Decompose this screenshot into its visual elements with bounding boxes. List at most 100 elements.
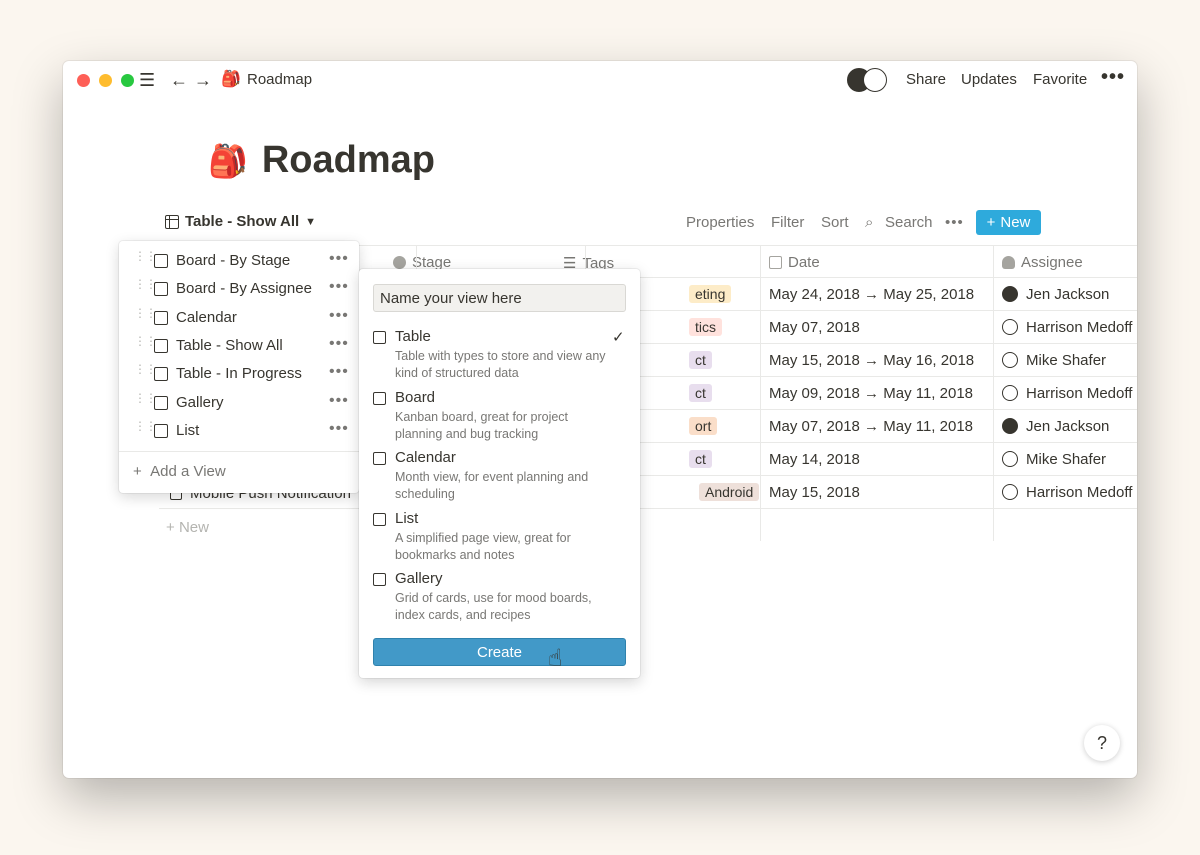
view-switcher[interactable]: Table - Show All ▼ [165, 213, 316, 230]
view-item[interactable]: ⋮⋮ Board - By Assignee ••• [119, 275, 359, 303]
app-window: ☰ ← → 🎒 Roadmap Share Updates Favorite •… [63, 61, 1137, 778]
plus-icon: + [166, 519, 179, 536]
view-item-more-button[interactable]: ••• [329, 307, 349, 325]
drag-handle-icon[interactable]: ⋮⋮ [134, 250, 157, 262]
view-item-more-button[interactable]: ••• [329, 250, 349, 268]
date-cell[interactable]: May 15, 2018 [769, 484, 860, 501]
maximize-window-button[interactable] [121, 74, 134, 87]
view-item-more-button[interactable]: ••• [329, 335, 349, 353]
new-record-button[interactable]: + New [976, 210, 1041, 235]
assignee-cell[interactable]: Mike Shafer [1002, 451, 1106, 468]
view-type-title: Calendar [395, 449, 456, 466]
view-item[interactable]: ⋮⋮ Board - By Stage ••• [119, 247, 359, 275]
view-item-more-button[interactable]: ••• [329, 420, 349, 438]
drag-handle-icon[interactable]: ⋮⋮ [134, 307, 157, 319]
pointer-cursor-icon: ☝ [548, 645, 563, 672]
assignee-cell[interactable]: Harrison Medoff [1002, 319, 1132, 336]
help-button[interactable]: ? [1084, 725, 1120, 761]
gallery-icon [154, 395, 168, 410]
date-cell[interactable]: May 07, 2018 → May 11, 2018 [769, 418, 973, 435]
tag-badge[interactable]: ct [689, 384, 712, 402]
avatar [863, 68, 887, 92]
view-item-label: Board - By Assignee [176, 280, 312, 298]
new-record-label: New [1000, 214, 1031, 231]
tag-badge[interactable]: eting [689, 285, 732, 303]
board-icon [154, 254, 168, 268]
tag-badge[interactable]: ort [689, 417, 718, 435]
view-item-more-button[interactable]: ••• [329, 363, 349, 381]
checkmark-icon: ✓ [612, 329, 625, 346]
assignee-cell[interactable]: Harrison Medoff [1002, 385, 1132, 402]
date-cell[interactable]: May 14, 2018 [769, 451, 860, 468]
board-icon [154, 282, 168, 297]
date-cell[interactable]: May 24, 2018 → May 25, 2018 [769, 286, 974, 303]
share-button[interactable]: Share [906, 71, 946, 88]
board-icon [373, 391, 386, 405]
views-menu: ⋮⋮ Board - By Stage ••• ⋮⋮ Board - By Assign… [119, 241, 359, 493]
avatar [1002, 484, 1018, 500]
avatar [1002, 385, 1018, 401]
create-view-menu: Table Table with types to store and view … [359, 269, 640, 678]
more-options-button[interactable]: ••• [1101, 66, 1125, 89]
drag-handle-icon[interactable]: ⋮⋮ [134, 420, 157, 432]
view-type-title: Board [395, 388, 436, 406]
forward-arrow-icon[interactable]: → [194, 69, 212, 91]
view-type-description: Kanban board, great for project planning… [395, 409, 569, 441]
table-icon [165, 214, 179, 229]
tag-badge[interactable]: Android [699, 483, 760, 501]
sort-button[interactable]: Sort [821, 214, 849, 231]
drag-handle-icon[interactable]: ⋮⋮ [134, 363, 157, 375]
view-item[interactable]: ⋮⋮ Table - Show All ••• [119, 332, 359, 360]
assignee-cell[interactable]: Jen Jackson [1002, 286, 1109, 303]
view-name-input[interactable] [373, 284, 626, 312]
page-emoji-icon: 🎒 [221, 71, 241, 88]
view-item[interactable]: ⋮⋮ Calendar ••• [119, 304, 359, 332]
calendar-property-icon [769, 256, 782, 269]
view-item-more-button[interactable]: ••• [329, 278, 349, 296]
add-row-button[interactable]: + New [166, 519, 209, 536]
breadcrumb-title[interactable]: Roadmap [247, 71, 312, 88]
drag-handle-icon[interactable]: ⋮⋮ [134, 335, 157, 347]
view-item[interactable]: ⋮⋮ List ••• [119, 417, 359, 445]
collaborator-avatars[interactable] [847, 68, 889, 94]
tag-badge[interactable]: ct [689, 351, 712, 369]
search-button[interactable]: Search [885, 214, 933, 231]
table-icon [373, 331, 386, 344]
date-cell[interactable]: May 07, 2018 [769, 319, 860, 336]
close-window-button[interactable] [77, 74, 90, 87]
updates-button[interactable]: Updates [961, 71, 1017, 88]
create-button[interactable]: Create [373, 638, 626, 666]
view-item[interactable]: ⋮⋮ Gallery ••• [119, 389, 359, 417]
drag-handle-icon[interactable]: ⋮⋮ [134, 278, 157, 290]
properties-button[interactable]: Properties [686, 214, 754, 231]
gallery-icon [373, 573, 386, 586]
menu-icon[interactable]: ☰ [139, 69, 155, 91]
toolbar-more-button[interactable]: ••• [945, 214, 964, 231]
view-item-label: Board - By Stage [176, 252, 291, 269]
minimize-window-button[interactable] [99, 74, 112, 87]
page-title-text[interactable]: Roadmap [262, 139, 435, 182]
tag-badge[interactable]: tics [689, 318, 722, 336]
drag-handle-icon[interactable]: ⋮⋮ [134, 392, 157, 404]
backpack-icon[interactable]: 🎒 [208, 142, 248, 180]
favorite-button[interactable]: Favorite [1033, 71, 1087, 88]
back-arrow-icon[interactable]: ← [170, 69, 188, 91]
assignee-cell[interactable]: Jen Jackson [1002, 418, 1109, 435]
view-item[interactable]: ⋮⋮ Table - In Progress ••• [119, 360, 359, 388]
view-item-more-button[interactable]: ••• [329, 392, 349, 410]
date-cell[interactable]: May 15, 2018 → May 16, 2018 [769, 352, 974, 369]
column-date[interactable]: Date [769, 254, 820, 271]
assignee-name: Mike Shafer [1026, 451, 1107, 468]
assignee-cell[interactable]: Harrison Medoff [1002, 484, 1132, 501]
date-cell[interactable]: May 09, 2018 → May 11, 2018 [769, 385, 973, 402]
assignee-cell[interactable]: Mike Shafer [1002, 352, 1106, 369]
avatar [1002, 286, 1018, 302]
view-type-description: Month view, for event planning and sched… [395, 470, 589, 501]
add-view-button[interactable]: + Add a View [133, 463, 226, 480]
view-type-description: A simplified page view, great for bookma… [395, 530, 571, 562]
title-bar: ☰ ← → 🎒 Roadmap Share Updates Favorite •… [63, 61, 1137, 101]
search-icon[interactable]: ⌕ [865, 214, 873, 231]
column-assignee[interactable]: Assignee [1002, 254, 1083, 271]
filter-button[interactable]: Filter [771, 214, 804, 231]
tag-badge[interactable]: ct [689, 450, 712, 468]
